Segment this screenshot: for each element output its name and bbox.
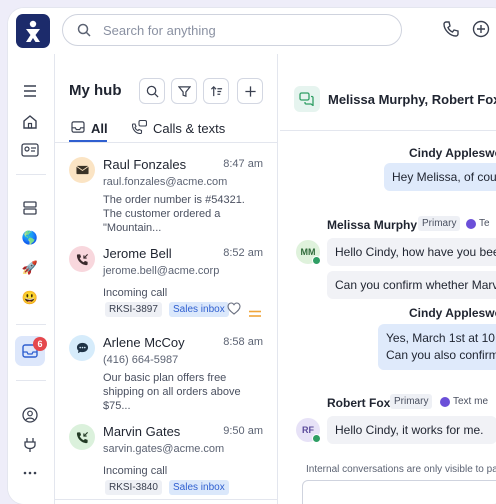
contact-detail: sarvin.gates@acme.com (103, 443, 225, 455)
tab-calls-texts[interactable]: Calls & texts (131, 118, 225, 138)
user-circle-icon[interactable] (19, 404, 41, 426)
primary-tag: Primary (390, 394, 433, 409)
search-input[interactable]: Search for anything (62, 14, 402, 46)
list-item[interactable]: Jerome Bell 8:52 am jerome.bell@acme.cor… (55, 232, 277, 322)
tab-all-label: All (91, 120, 108, 136)
list-item[interactable]: Marvin Gates 9:50 am sarvin.gates@acme.c… (55, 410, 277, 500)
timestamp: 8:58 am (223, 336, 263, 348)
inbox-chip[interactable]: Sales inbox (169, 302, 229, 317)
ticket-id-chip: RKSI-3840 (105, 480, 162, 495)
inbox-chip[interactable]: Sales inbox (169, 480, 229, 495)
chat-header: Melissa Murphy, Robert Fox, and... (280, 54, 496, 131)
message-preview: The order number is #54321. The customer… (103, 194, 245, 234)
home-icon[interactable] (19, 111, 41, 133)
ticket-id-chip: RKSI-3897 (105, 302, 162, 317)
more-dots-icon[interactable] (19, 462, 41, 484)
chat-panel: Melissa Murphy, Robert Fox, and... Cindy… (280, 54, 496, 504)
phone-chat-icon (131, 119, 148, 137)
message-bubble: Hello Cindy, how have you bee (327, 238, 496, 266)
message-bubble: Can you confirm whether Marv (327, 271, 496, 299)
timestamp: 9:50 am (223, 425, 263, 437)
app-window: Search for anything 🌎 🚀 😃 6 My hub All C… (8, 8, 496, 504)
timestamp: 8:47 am (223, 158, 263, 170)
search-placeholder: Search for anything (103, 23, 216, 38)
phone-icon[interactable] (442, 20, 460, 43)
message-preview: Our basic plan offers free shipping on a… (103, 372, 241, 412)
page-title: My hub (69, 82, 122, 99)
new-conversation-button[interactable] (237, 78, 263, 104)
sender-name: Cindy Appleswo (409, 146, 496, 160)
message-preview: Incoming call (103, 465, 168, 477)
top-bar: Search for anything (8, 8, 496, 54)
plug-icon[interactable] (19, 434, 41, 456)
chat-title: Melissa Murphy, Robert Fox, and... (328, 92, 496, 107)
app-logo[interactable] (16, 14, 50, 48)
phone-incoming-icon (69, 246, 95, 272)
contact-detail: (416) 664-5987 (103, 354, 179, 366)
tab-calls-label: Calls & texts (153, 120, 226, 136)
chat-bubble-icon (69, 335, 95, 361)
group-chat-icon (294, 86, 320, 112)
message-bubble: Hey Melissa, of cour (384, 163, 496, 191)
sender-name: Cindy Appleswo (409, 306, 496, 320)
online-status-icon (312, 256, 321, 265)
list-item[interactable]: Raul Fonzales 8:47 am raul.fonzales@acme… (55, 143, 277, 234)
message-line: Can you also confirm (386, 348, 496, 362)
internal-note: Internal conversations are only visible … (306, 464, 496, 475)
timestamp: 8:52 am (223, 247, 263, 259)
channel-dot-icon (466, 218, 476, 229)
tab-all[interactable]: All (71, 118, 108, 138)
contact-detail: raul.fonzales@acme.com (103, 176, 228, 188)
contact-detail: jerome.bell@acme.corp (103, 265, 220, 277)
contacts-card-icon[interactable] (19, 139, 41, 161)
smiley-emoji-icon[interactable]: 😃 (19, 287, 41, 309)
email-icon (69, 157, 95, 183)
menu-icon[interactable] (19, 80, 41, 102)
message-bubble: Hello Cindy, it works for me. (327, 416, 496, 444)
sender-name: Robert Fox (327, 396, 391, 410)
add-circle-icon[interactable] (472, 20, 490, 43)
list-item[interactable]: Arlene McCoy 8:58 am (416) 664-5987 Our … (55, 321, 277, 412)
contact-name: Raul Fonzales (103, 157, 187, 172)
contact-name: Marvin Gates (103, 424, 181, 439)
message-composer[interactable] (302, 480, 496, 504)
filter-button[interactable] (171, 78, 197, 104)
sender-name: Melissa Murphy (327, 218, 418, 232)
channel-meta: Text me (440, 396, 488, 407)
inbox-tray-icon (71, 120, 85, 136)
contact-name: Arlene McCoy (103, 335, 185, 350)
rocket-emoji-icon[interactable]: 🚀 (19, 257, 41, 279)
online-status-icon (312, 434, 321, 443)
inbox-badge: 6 (33, 337, 47, 351)
contact-name: Jerome Bell (103, 246, 172, 261)
hub-search-button[interactable] (139, 78, 165, 104)
hub-panel: My hub All Calls & texts Raul Fonzales 8… (55, 54, 278, 504)
sort-button[interactable] (203, 78, 229, 104)
heart-icon[interactable] (227, 302, 241, 320)
channel-dot-icon (440, 396, 450, 407)
channel-meta: Te (466, 218, 490, 229)
primary-tag: Primary (418, 216, 461, 231)
message-bubble: Yes, March 1st at 10 Can you also confir… (378, 324, 496, 370)
message-preview: Incoming call (103, 287, 168, 299)
inbox-stack-icon[interactable] (19, 197, 41, 219)
left-rail: 🌎 🚀 😃 6 (8, 54, 55, 504)
search-icon (77, 23, 91, 42)
phone-incoming-icon (69, 424, 95, 450)
globe-emoji-icon[interactable]: 🌎 (19, 227, 41, 249)
message-line: Yes, March 1st at 10 (386, 331, 495, 345)
